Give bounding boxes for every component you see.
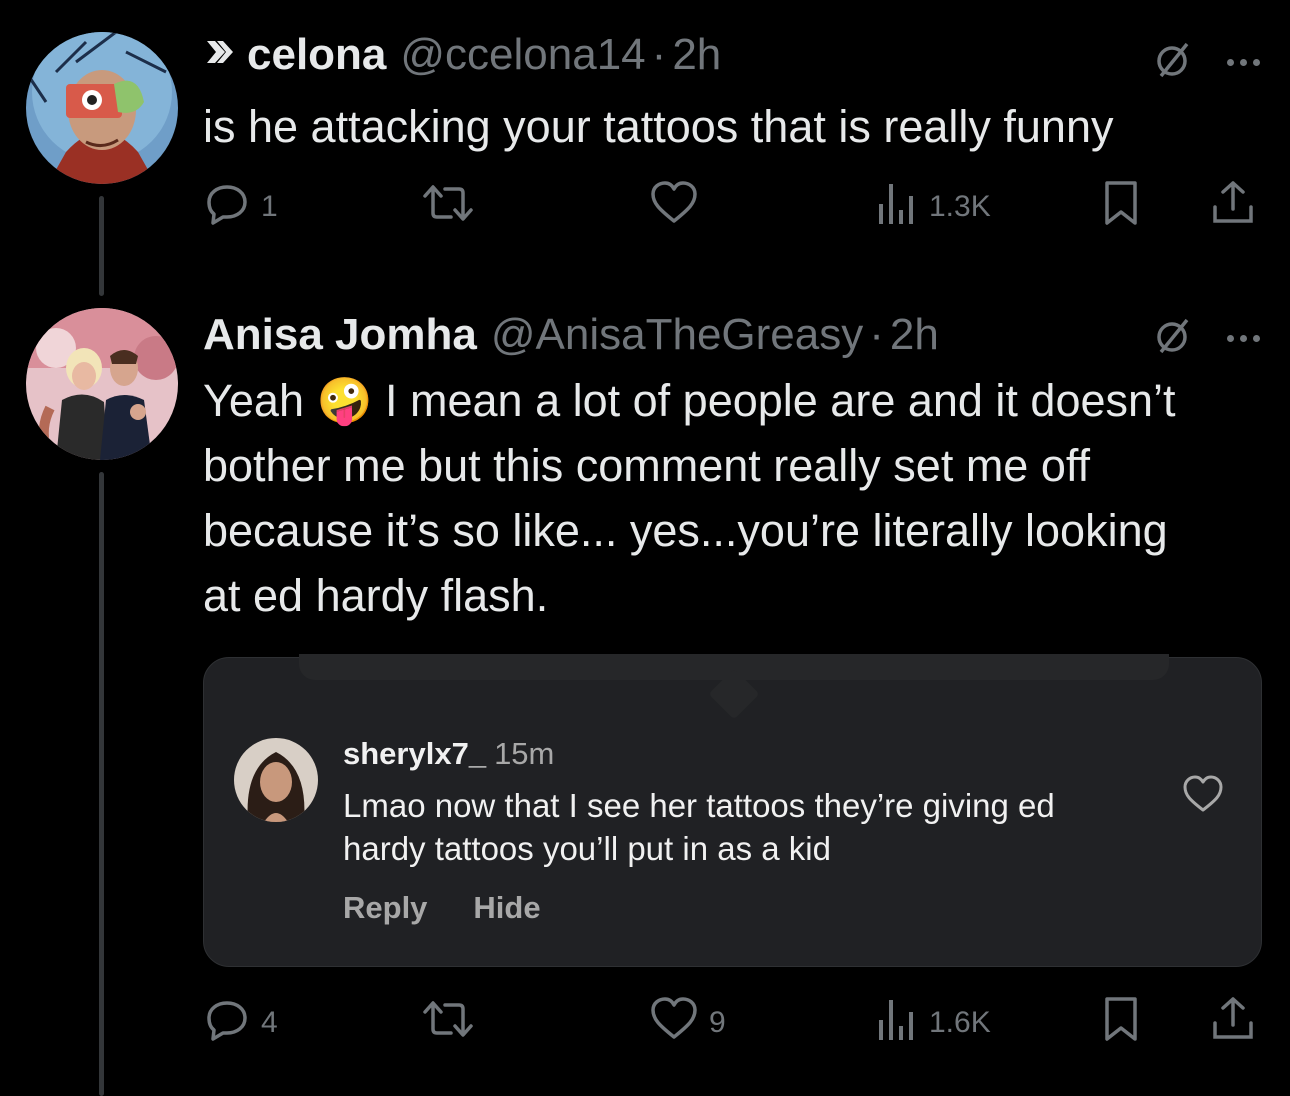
retweet-icon bbox=[421, 995, 475, 1051]
text-start: Yeah bbox=[203, 375, 317, 426]
grok-icon[interactable] bbox=[1153, 40, 1193, 85]
heart-icon bbox=[649, 995, 699, 1051]
reply-icon bbox=[203, 179, 251, 235]
share-icon bbox=[1209, 179, 1257, 235]
views-icon bbox=[875, 180, 919, 234]
reply-count: 4 bbox=[261, 1006, 278, 1039]
tweet-celona[interactable]: celona @ccelona14 · 2h is he attacking y… bbox=[0, 0, 1290, 300]
avatar[interactable] bbox=[26, 308, 178, 460]
views-button[interactable]: 1.3K bbox=[875, 182, 991, 232]
views-count: 1.3K bbox=[929, 190, 991, 223]
embedded-comment-screenshot: sherylx7_ 15m Lmao now that I see her tat… bbox=[203, 654, 1262, 967]
share-button[interactable] bbox=[1209, 995, 1257, 1051]
reply-count: 1 bbox=[261, 190, 278, 223]
emoji-zany-face: 🤪 bbox=[316, 374, 373, 427]
views-count: 1.6K bbox=[929, 1006, 991, 1039]
timestamp[interactable]: 2h bbox=[672, 30, 721, 80]
tweet-top-icons bbox=[1153, 40, 1260, 85]
separator: · bbox=[651, 30, 667, 79]
avatar[interactable] bbox=[26, 32, 178, 184]
share-icon bbox=[1209, 995, 1257, 1051]
user-handle[interactable]: @ccelona14 bbox=[400, 30, 645, 80]
heart-icon bbox=[1181, 774, 1225, 819]
commenter-username: sherylx7_ bbox=[343, 736, 487, 771]
bookmark-button[interactable] bbox=[1101, 179, 1141, 235]
arrow-icon bbox=[203, 35, 237, 74]
more-icon[interactable] bbox=[1227, 59, 1260, 66]
retweet-button[interactable] bbox=[421, 182, 485, 232]
comment-actions: Reply Hide bbox=[343, 890, 541, 926]
reply-button[interactable]: 1 bbox=[203, 182, 278, 232]
tweet-header: celona @ccelona14 · 2h bbox=[203, 30, 721, 80]
thread-line bbox=[99, 472, 104, 1096]
thread-line bbox=[99, 196, 104, 296]
bookmark-icon bbox=[1101, 179, 1141, 235]
views-icon bbox=[875, 996, 919, 1050]
more-icon[interactable] bbox=[1227, 335, 1260, 342]
tweet-actions: 1 1.3K bbox=[203, 179, 1263, 235]
grok-icon[interactable] bbox=[1153, 316, 1193, 361]
commenter-avatar bbox=[234, 738, 318, 822]
tweet-actions: 4 9 1.6K bbox=[203, 995, 1263, 1051]
display-name[interactable]: celona bbox=[247, 30, 386, 80]
comment-text: Lmao now that I see her tattoos they’re … bbox=[343, 787, 1055, 867]
reply-icon bbox=[203, 995, 251, 1051]
user-handle[interactable]: @AnisaTheGreasy bbox=[491, 310, 863, 360]
like-count: 9 bbox=[709, 1006, 726, 1039]
comment-header: sherylx7_ 15m bbox=[343, 736, 554, 772]
comment-time: 15m bbox=[494, 736, 555, 771]
retweet-icon bbox=[421, 179, 475, 235]
retweet-button[interactable] bbox=[421, 998, 485, 1048]
tweet-top-icons bbox=[1153, 316, 1260, 361]
bookmark-button[interactable] bbox=[1101, 995, 1141, 1051]
like-button[interactable]: 9 bbox=[649, 995, 726, 1051]
comment-hide-label: Hide bbox=[473, 890, 541, 925]
tweet-text: is he attacking your tattoos that is rea… bbox=[203, 101, 1114, 152]
reply-button[interactable]: 4 bbox=[203, 998, 278, 1048]
bookmark-icon bbox=[1101, 995, 1141, 1051]
timestamp[interactable]: 2h bbox=[890, 310, 939, 360]
views-button[interactable]: 1.6K bbox=[875, 998, 991, 1048]
display-name[interactable]: Anisa Jomha bbox=[203, 310, 477, 360]
separator: · bbox=[869, 310, 884, 359]
tweet-anisa[interactable]: Anisa Jomha @AnisaTheGreasy · 2h Yeah 🤪 … bbox=[0, 300, 1290, 1096]
tweet-text: Yeah 🤪 I mean a lot of people are and it… bbox=[203, 368, 1203, 628]
heart-icon bbox=[649, 179, 699, 235]
comment-reply-label: Reply bbox=[343, 890, 428, 925]
share-button[interactable] bbox=[1209, 179, 1257, 235]
tweet-header: Anisa Jomha @AnisaTheGreasy · 2h bbox=[203, 310, 939, 360]
like-button[interactable] bbox=[649, 179, 709, 235]
